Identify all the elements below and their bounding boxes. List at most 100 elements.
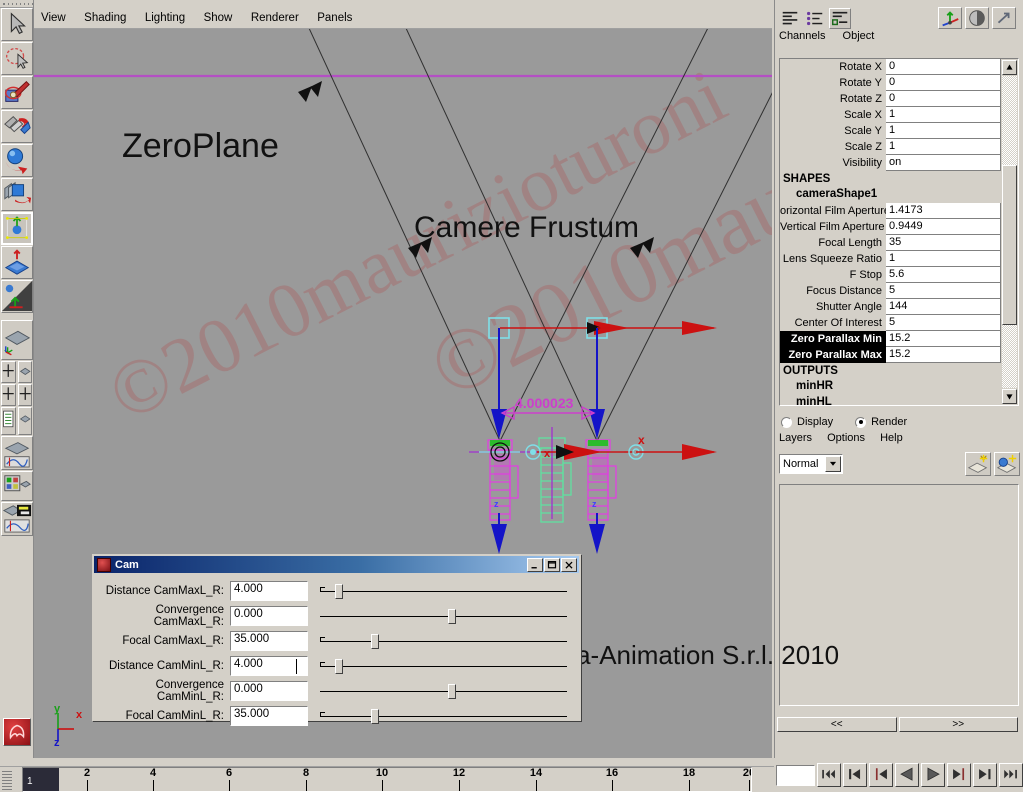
slider-thumb[interactable] — [447, 683, 456, 699]
cam-dialog-titlebar[interactable]: Cam — [94, 556, 579, 573]
display-mode-label[interactable]: Display — [797, 416, 833, 428]
layer-nav-next[interactable]: >> — [898, 717, 1018, 732]
render-mode-label[interactable]: Render — [871, 416, 907, 428]
menu-show[interactable]: Show — [197, 9, 240, 26]
distance-camminlr-input[interactable]: 4.000 — [230, 655, 308, 676]
channel-value[interactable]: 0 — [886, 91, 1001, 107]
channel-value[interactable]: 15.2 — [886, 347, 1001, 363]
slider-thumb[interactable] — [335, 583, 344, 599]
menu-layers[interactable]: Layers — [779, 432, 812, 444]
scroll-up-button[interactable] — [1002, 60, 1017, 75]
channel-row-focal-length[interactable]: Focal Length 35 — [780, 235, 1001, 251]
step-back-keyframe-icon[interactable] — [842, 763, 867, 787]
channel-value[interactable]: 0.9449 — [886, 219, 1001, 235]
menu-shading[interactable]: Shading — [77, 9, 133, 26]
move-tool-icon[interactable] — [1, 110, 33, 143]
channel-row-rotate-x[interactable]: Rotate X 0 — [780, 59, 1001, 75]
minimize-button[interactable] — [527, 557, 543, 572]
channel-value[interactable]: 0 — [886, 75, 1001, 91]
channel-row-horizontal-film-aperture[interactable]: orizontal Film Aperture 1.4173 — [780, 203, 1001, 219]
output-node-minhr[interactable]: minHR — [780, 379, 1001, 395]
menu-options[interactable]: Options — [827, 432, 865, 444]
paint-select-tool-icon[interactable] — [1, 76, 33, 109]
channel-box-scrollbar[interactable] — [1002, 60, 1017, 404]
timeline-slider[interactable]: 1 2 4 6 8 10 12 14 16 18 20 — [22, 767, 752, 792]
tab-object[interactable]: Object — [843, 30, 875, 42]
frame-number-field[interactable] — [776, 764, 815, 786]
channel-value[interactable]: 1 — [886, 123, 1001, 139]
hypershade-persp-layout-icon[interactable] — [1, 471, 33, 501]
tool-settings-icon[interactable] — [965, 7, 989, 29]
maximize-button[interactable] — [544, 557, 560, 572]
lasso-select-tool-icon[interactable] — [1, 42, 33, 75]
universal-manipulator-icon[interactable] — [1, 212, 33, 245]
play-forwards-icon[interactable] — [921, 763, 946, 787]
attribute-editor-icon[interactable] — [938, 7, 962, 29]
slider-thumb[interactable] — [447, 608, 456, 624]
single-perspective-view-icon[interactable] — [1, 320, 33, 360]
layer-list[interactable] — [779, 484, 1019, 706]
channel-row-zero-parallax-max[interactable]: Zero Parallax Max 15.2 — [780, 347, 1001, 363]
layer-editor-icon[interactable] — [804, 7, 826, 29]
go-to-end-icon[interactable] — [999, 763, 1023, 787]
two-pane-layout-icon[interactable] — [1, 384, 16, 406]
channel-value[interactable]: on — [886, 155, 1001, 171]
play-backwards-icon[interactable] — [894, 763, 919, 787]
channel-box-layer-editor-icon[interactable] — [829, 7, 851, 29]
channel-row-scale-y[interactable]: Scale Y 1 — [780, 123, 1001, 139]
render-mode-radio[interactable] — [855, 416, 867, 428]
step-forward-frame-icon[interactable] — [947, 763, 972, 787]
channel-value[interactable]: 1 — [886, 139, 1001, 155]
outliner-persp-layout-icon[interactable] — [1, 407, 16, 435]
menu-lighting[interactable]: Lighting — [138, 9, 192, 26]
distance-cammaxlr-slider[interactable] — [320, 581, 575, 601]
chevron-down-icon[interactable] — [825, 456, 841, 472]
timeline-drag-handle[interactable] — [2, 769, 12, 790]
channel-value[interactable]: 5 — [886, 315, 1001, 331]
distance-cammaxlr-input[interactable]: 4.000 — [230, 580, 308, 601]
slider-thumb[interactable] — [335, 658, 344, 674]
new-layer-from-selected-icon[interactable] — [994, 452, 1020, 476]
convergence-cammaxlr-slider[interactable] — [320, 606, 575, 626]
go-to-start-icon[interactable] — [816, 763, 841, 787]
channel-row-center-of-interest[interactable]: Center Of Interest 5 — [780, 315, 1001, 331]
output-node-minhl[interactable]: minHL — [780, 395, 1001, 405]
channel-value[interactable]: 15.2 — [886, 331, 1001, 347]
three-pane-layout-icon[interactable] — [17, 384, 32, 406]
menu-help[interactable]: Help — [880, 432, 903, 444]
menu-renderer[interactable]: Renderer — [244, 9, 306, 26]
menu-panels[interactable]: Panels — [310, 9, 359, 26]
rotate-tool-icon[interactable] — [1, 144, 33, 177]
channel-value[interactable]: 1 — [886, 251, 1001, 267]
channel-row-zero-parallax-min[interactable]: Zero Parallax Min 15.2 — [780, 331, 1001, 347]
menu-view[interactable]: View — [34, 9, 73, 26]
channel-value[interactable]: 1 — [886, 107, 1001, 123]
channel-value[interactable]: 1.4173 — [886, 203, 1001, 219]
channel-row-vertical-film-aperture[interactable]: Vertical Film Aperture 0.9449 — [780, 219, 1001, 235]
focal-cammaxlr-input[interactable]: 35.000 — [230, 630, 308, 651]
blend-mode-dropdown[interactable]: Normal — [779, 454, 843, 474]
toolbar-drag-handle[interactable] — [0, 0, 33, 8]
persp-graph-layout-icon[interactable] — [1, 436, 33, 470]
channel-value[interactable]: 144 — [886, 299, 1001, 315]
shape-node-name[interactable]: cameraShape1 — [780, 187, 1001, 203]
channel-row-scale-x[interactable]: Scale X 1 — [780, 107, 1001, 123]
display-mode-radio[interactable] — [781, 416, 792, 428]
channel-row-lens-squeeze-ratio[interactable]: Lens Squeeze Ratio 1 — [780, 251, 1001, 267]
scroll-down-button[interactable] — [1002, 389, 1017, 404]
four-view-layout-icon[interactable] — [1, 361, 16, 383]
channel-row-focus-distance[interactable]: Focus Distance 5 — [780, 283, 1001, 299]
distance-camminlr-slider[interactable] — [320, 656, 575, 676]
soft-modification-tool-icon[interactable] — [1, 246, 33, 279]
select-tool-icon[interactable] — [1, 8, 33, 41]
channel-value[interactable]: 35 — [886, 235, 1001, 251]
convergence-camminlr-input[interactable]: 0.000 — [230, 680, 308, 701]
layer-nav-prev[interactable]: << — [777, 717, 897, 732]
convergence-camminlr-slider[interactable] — [320, 681, 575, 701]
close-button[interactable] — [561, 557, 577, 572]
channel-value[interactable]: 5.6 — [886, 267, 1001, 283]
outliner-persp-layout-icon-b[interactable] — [17, 407, 32, 435]
focal-camminlr-slider[interactable] — [320, 706, 575, 726]
tab-channels[interactable]: Channels — [779, 30, 825, 42]
scale-tool-icon[interactable] — [1, 178, 33, 211]
